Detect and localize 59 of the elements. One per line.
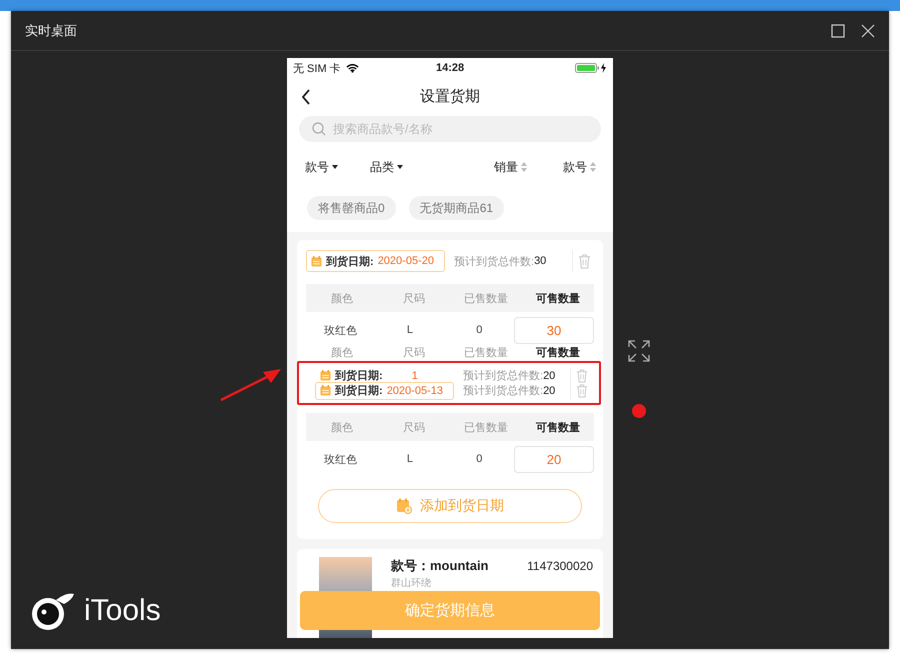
close-icon[interactable] [861,24,875,38]
product-subtitle: 群山环绕 [391,576,432,590]
total-value: 20 [543,370,556,382]
column-header: 尺码 [402,292,426,306]
battery-charging-icon [575,63,607,73]
window-title: 实时桌面 [25,22,77,40]
sort-arrows-icon [521,162,527,172]
carrier-text: 无 SIM 卡 [293,62,341,76]
table-cell-text: L [406,324,414,336]
record-dot-icon[interactable] [632,404,646,418]
total-label: 预计到货总件数: [454,254,534,268]
calendar-add-icon [396,498,412,514]
calendar-icon [311,256,322,266]
status-time: 14:28 [436,62,464,74]
product-number: 1147300020 [527,559,593,573]
total-value: 20 [543,384,556,396]
total-label: 预计到货总件数: [463,384,544,398]
column-header: 尺码 [402,420,426,434]
page-title: 设置货期 [420,87,480,106]
search-field[interactable]: 搜索商品款号/名称 [299,116,601,142]
dropdown-caret-icon [332,165,338,169]
table-cell-text: 0 [475,453,484,465]
column-header: 颜色 [330,292,354,306]
annotation-arrow [219,366,283,402]
column-header: 已售数量 [463,346,509,360]
fullscreen-icon[interactable] [628,340,650,362]
wifi-icon [346,63,359,73]
sort-option[interactable]: 款号 [563,158,613,176]
column-header: 颜色 [330,346,354,360]
table-cell-text: 0 [475,324,484,336]
dropdown-caret-icon [397,165,403,169]
calendar-icon [320,370,331,381]
column-header: 可售数量 [535,420,581,434]
calendar-icon [320,385,331,396]
product-code: 款号：mountain [391,557,488,575]
table-cell-text: L [406,453,414,465]
total-value: 30 [534,255,546,267]
sort-arrows-icon [590,162,596,172]
arrival-date-field[interactable]: 到货日期: 1 [315,366,454,384]
table-cell-text: 玫红色 [323,324,358,338]
filter-chip[interactable]: 无货期商品61 [408,196,504,220]
sort-option[interactable]: 品类 [370,158,494,176]
total-label: 预计到货总件数: [463,369,544,383]
column-header: 已售数量 [463,420,509,434]
column-header: 可售数量 [535,292,581,306]
logo-text: iTools [84,594,161,628]
maximize-icon[interactable] [831,24,845,38]
table-cell-text: 玫红色 [323,452,358,466]
column-header: 可售数量 [535,346,581,360]
column-header: 尺码 [402,346,426,360]
back-icon[interactable] [301,88,311,104]
arrival-date-field[interactable]: 到货日期: 2020-05-20 [306,250,445,272]
sort-option[interactable]: 款号 [305,158,370,176]
arrival-date-field[interactable]: 到货日期: 2020-05-13 [315,382,454,400]
search-icon [312,122,326,136]
sort-option[interactable]: 销量 [494,158,563,176]
column-header: 颜色 [330,420,354,434]
filter-chip[interactable]: 将售罄商品0 [307,196,396,220]
column-header: 已售数量 [463,292,509,306]
